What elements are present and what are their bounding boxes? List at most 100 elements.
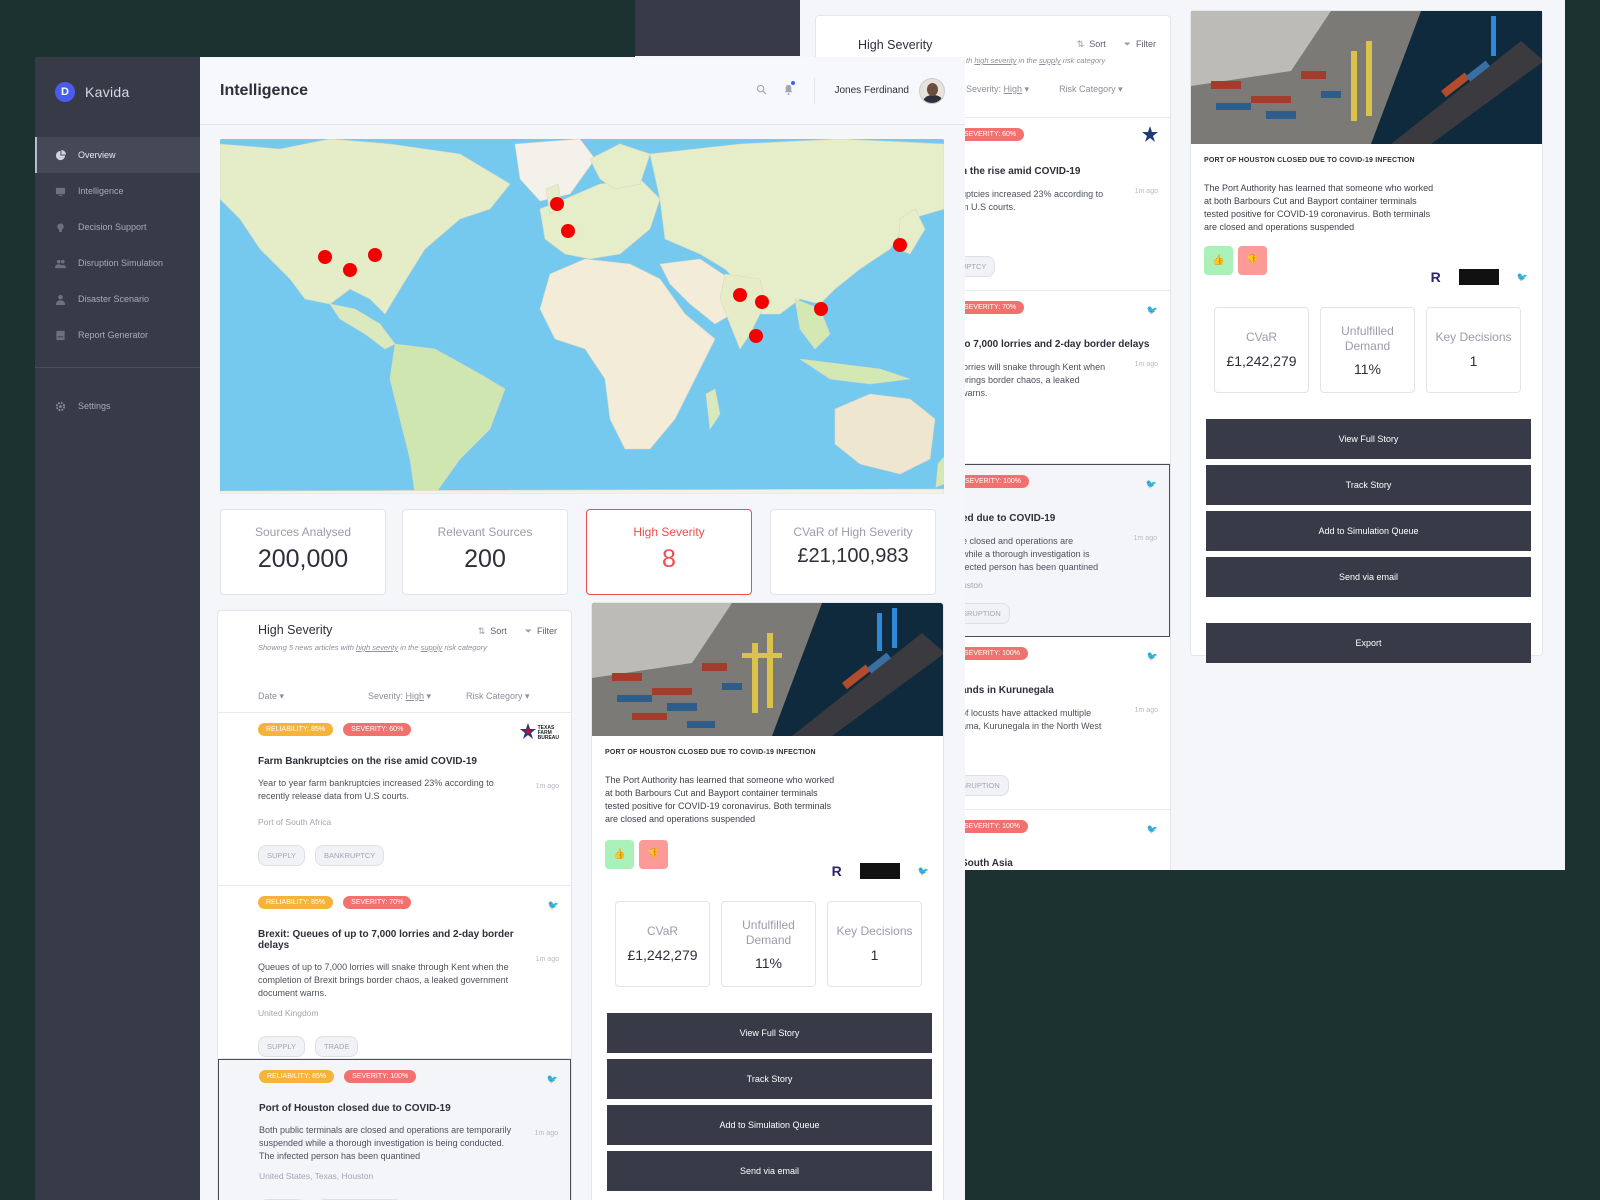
stat-card-cvar-of-high-severity[interactable]: CVaR of High Severity £21,100,983 xyxy=(770,509,936,595)
filter-button[interactable]: ⏷ Filter xyxy=(525,626,557,637)
back-severity-column[interactable]: Severity: High ▾ xyxy=(966,84,1029,95)
back-story-detail: PORT OF HOUSTON CLOSED DUE TO COVID-19 I… xyxy=(1190,10,1543,664)
map-marker[interactable] xyxy=(318,250,332,264)
metric-card: Unfulfilled Demand 11% xyxy=(721,901,816,988)
user-name[interactable]: Jones Ferdinand xyxy=(835,85,910,96)
map-marker[interactable] xyxy=(893,238,907,252)
back-filter-button[interactable]: ⏷ Filter xyxy=(1124,39,1156,50)
detail-headline: PORT OF HOUSTON CLOSED DUE TO COVID-19 I… xyxy=(605,749,816,756)
reliability-badge: RELIABILITY: 85% xyxy=(258,723,334,736)
brand[interactable]: D Kavida xyxy=(35,57,200,127)
risk-category-column[interactable]: Risk Category ▾ xyxy=(466,691,530,702)
map-marker[interactable] xyxy=(368,248,382,262)
category-tag[interactable]: SUPPLY xyxy=(258,845,306,867)
add-to-simulation-queue-button[interactable]: Add to Simulation Queue xyxy=(1206,511,1531,552)
sidebar-item-overview[interactable]: Overview xyxy=(35,137,200,173)
map-marker[interactable] xyxy=(550,197,564,211)
sort-icon: ⇅ xyxy=(1076,39,1085,49)
story-detail: PORT OF HOUSTON CLOSED DUE TO COVID-19 I… xyxy=(591,602,944,1200)
severity-column[interactable]: Severity: High ▾ xyxy=(368,691,466,702)
sidebar-item-label: Disaster Scenario xyxy=(78,294,150,304)
stat-label: Sources Analysed xyxy=(254,525,352,539)
track-story-button[interactable]: Track Story xyxy=(607,1059,932,1100)
back-thumbs-down-button[interactable]: 👎 xyxy=(1238,246,1267,276)
users-icon xyxy=(55,258,66,269)
stat-card-relevant-sources[interactable]: Relevant Sources 200 xyxy=(402,509,568,595)
metric-label: Unfulfilled Demand xyxy=(1341,324,1394,353)
severity-badge: SEVERITY: 100% xyxy=(344,1070,417,1083)
stat-label: High Severity xyxy=(633,525,705,539)
sort-button[interactable]: ⇅ Sort xyxy=(478,626,507,637)
sidebar-item-disaster-scenario[interactable]: Disaster Scenario xyxy=(35,281,200,317)
metric-card: Key Decisions 1 xyxy=(1426,307,1521,394)
map-marker[interactable] xyxy=(749,329,763,343)
brand-logo: D xyxy=(55,82,75,102)
notification-bell-icon[interactable] xyxy=(783,80,795,100)
view-full-story-button[interactable]: View Full Story xyxy=(607,1013,932,1054)
severity-badge: SEVERITY: 100% xyxy=(957,475,1030,488)
export-button[interactable]: Export xyxy=(1206,623,1531,664)
add-to-simulation-queue-button[interactable]: Add to Simulation Queue xyxy=(607,1105,932,1146)
send-via-email-button[interactable]: Send via email xyxy=(607,1151,932,1192)
filter-icon: ⏷ xyxy=(524,626,532,636)
sidebar-item-disruption-simulation[interactable]: Disruption Simulation xyxy=(35,245,200,281)
map-marker[interactable] xyxy=(755,295,769,309)
metric-label: Key Decisions xyxy=(1435,330,1512,345)
back-sort-button[interactable]: ⇅ Sort xyxy=(1077,39,1106,50)
article-time: 1m ago xyxy=(1134,361,1158,368)
metric-card: CVaR £1,242,279 xyxy=(615,901,710,988)
news-article[interactable]: RELIABILITY: 85% SEVERITY: 60% TEXAS FARM BU… xyxy=(218,713,571,886)
metric-value: £1,242,279 xyxy=(1226,352,1297,369)
back-risk-column[interactable]: Risk Category ▾ xyxy=(1059,84,1123,95)
category-tag[interactable]: SUPPLY xyxy=(258,1036,306,1058)
map-marker[interactable] xyxy=(733,288,747,302)
news-article[interactable]: RELIABILITY: 85% SEVERITY: 100% 🐦 Port of H… xyxy=(218,1059,571,1200)
news-article[interactable]: RELIABILITY: 85% SEVERITY: 70% 🐦 Brexit: Qu… xyxy=(218,886,571,1059)
metric-value: £1,242,279 xyxy=(627,946,698,963)
article-time: 1m ago xyxy=(534,1130,558,1137)
sidebar-item-decision-support[interactable]: Decision Support xyxy=(35,209,200,245)
raconteur-logo: R xyxy=(831,863,842,880)
stat-card-sources-analysed[interactable]: Sources Analysed 200,000 xyxy=(220,509,386,595)
world-map[interactable] xyxy=(220,139,944,494)
stat-card-high-severity[interactable]: High Severity 8 xyxy=(586,509,752,595)
view-full-story-button[interactable]: View Full Story xyxy=(1206,419,1531,460)
metric-value: 11% xyxy=(755,954,782,971)
sidebar-item-report-generator[interactable]: Report Generator xyxy=(35,317,200,353)
thumbs-down-icon: 👎 xyxy=(1246,255,1259,267)
article-title: ed due to COVID-19 xyxy=(962,513,1056,524)
raconteur-logo: R xyxy=(1430,269,1441,286)
send-via-email-button[interactable]: Send via email xyxy=(1206,557,1531,598)
feed-header: High Severity Showing 5 news articles wi… xyxy=(218,611,571,713)
map-marker[interactable] xyxy=(343,263,357,277)
back-detail-body: The Port Authority has learned that some… xyxy=(1204,183,1434,233)
port-aerial-image xyxy=(592,603,943,736)
lightbulb-icon xyxy=(55,222,66,233)
map-marker[interactable] xyxy=(814,302,828,316)
detail-body: The Port Authority has learned that some… xyxy=(605,775,835,825)
map-marker[interactable] xyxy=(561,224,575,238)
severity-badge: SEVERITY: 70% xyxy=(956,301,1025,314)
article-time: 1m ago xyxy=(535,956,559,963)
track-story-button[interactable]: Track Story xyxy=(1206,465,1531,506)
category-tag[interactable]: BANKRUPTCY xyxy=(315,845,385,867)
stat-value: £21,100,983 xyxy=(797,545,909,567)
metric-value: 1 xyxy=(870,946,879,963)
article-title: South Asia xyxy=(961,858,1013,869)
feed-subtitle: Showing 5 news articles with high severi… xyxy=(258,643,487,652)
thumbs-down-button[interactable]: 👎 xyxy=(639,840,668,870)
thumbs-up-button[interactable]: 👍 xyxy=(605,840,634,870)
article-time: 1m ago xyxy=(1134,188,1158,195)
back-thumbs-up-button[interactable]: 👍 xyxy=(1204,246,1233,276)
article-location: United Kingdom xyxy=(258,1008,319,1019)
date-column[interactable]: Date ▾ xyxy=(258,691,368,702)
sidebar-item-intelligence[interactable]: Intelligence xyxy=(35,173,200,209)
sidebar-item-settings[interactable]: Settings xyxy=(35,388,200,424)
avatar[interactable] xyxy=(919,77,945,104)
search-icon[interactable] xyxy=(756,82,767,100)
twitter-icon: 🐦 xyxy=(1146,824,1158,834)
article-time: 1m ago xyxy=(1134,707,1158,714)
metric-card: Unfulfilled Demand 11% xyxy=(1320,307,1415,394)
category-tag[interactable]: TRADE xyxy=(315,1036,359,1058)
stat-label: CVaR of High Severity xyxy=(793,525,913,539)
